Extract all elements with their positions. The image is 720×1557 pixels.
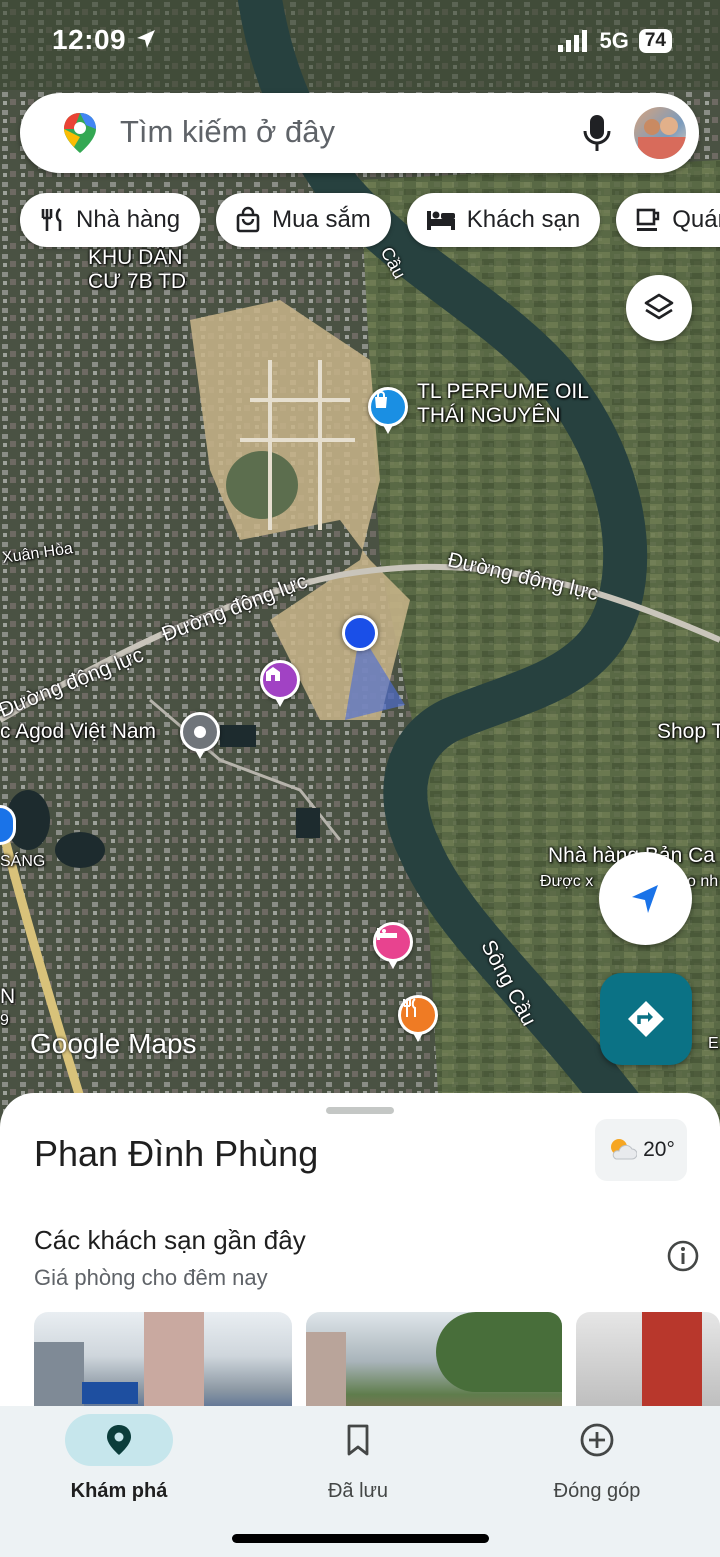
nav-label: Khám phá bbox=[70, 1480, 168, 1502]
temperature: 20° bbox=[643, 1138, 675, 1161]
bookmark-icon bbox=[347, 1424, 369, 1456]
my-location-button[interactable] bbox=[599, 852, 692, 945]
battery-icon: 74 bbox=[638, 29, 672, 53]
map-label-area: KHU DÂN CƯ 7B TD bbox=[88, 246, 187, 294]
nav-pill bbox=[304, 1414, 412, 1466]
coffee-icon bbox=[636, 208, 660, 231]
sheet-drag-handle[interactable] bbox=[326, 1107, 394, 1114]
shopping-pin-icon[interactable] bbox=[368, 387, 408, 434]
chip-restaurants[interactable]: Nhà hàng bbox=[20, 193, 201, 247]
chip-shopping[interactable]: Mua sắm bbox=[216, 193, 391, 247]
category-chips: Nhà hàng Mua sắm Khách sạn Quán c bbox=[20, 193, 720, 247]
status-time: 12:09 bbox=[52, 24, 158, 56]
search-input[interactable]: Tìm kiếm ở đây bbox=[120, 114, 335, 150]
bottom-sheet[interactable]: Phan Đình Phùng 20° Các khách sạn gần đâ… bbox=[0, 1093, 720, 1423]
layers-button[interactable] bbox=[626, 275, 692, 341]
nav-label: Đóng góp bbox=[553, 1480, 641, 1502]
map-label-edge: E bbox=[708, 1035, 719, 1052]
directions-button[interactable] bbox=[600, 973, 692, 1065]
home-indicator[interactable] bbox=[232, 1534, 489, 1543]
map-label-sang: SÁNG bbox=[0, 853, 46, 870]
landmark-pin-icon[interactable] bbox=[260, 660, 300, 707]
google-maps-pin-logo-icon bbox=[64, 113, 96, 153]
add-circle-icon bbox=[580, 1423, 614, 1457]
map-label-sub: Được x bbox=[540, 873, 594, 890]
microphone-icon[interactable] bbox=[580, 111, 614, 155]
map-label-agod[interactable]: c Agod Việt Nam bbox=[0, 720, 156, 744]
map-label-shop[interactable]: Shop T bbox=[657, 720, 720, 744]
weather-chip[interactable]: 20° bbox=[595, 1119, 687, 1181]
map-label-perfume-shop[interactable]: TL PERFUME OIL THÁI NGUYÊN bbox=[417, 380, 589, 428]
chip-cafe[interactable]: Quán c bbox=[616, 193, 720, 247]
partly-cloudy-icon bbox=[611, 1139, 638, 1160]
signal-icon bbox=[557, 30, 587, 52]
nav-saved[interactable]: Đã lưu bbox=[258, 1414, 458, 1503]
fork-knife-icon bbox=[41, 207, 62, 231]
status-indicators: 5G 74 bbox=[557, 28, 672, 54]
nav-pill bbox=[543, 1414, 651, 1466]
nav-label: Đã lưu bbox=[327, 1480, 389, 1502]
section-subtitle: Giá phòng cho đêm nay bbox=[34, 1265, 268, 1290]
location-pin-icon bbox=[107, 1425, 131, 1455]
network-type: 5G bbox=[599, 28, 629, 53]
chip-label: Nhà hàng bbox=[76, 206, 181, 233]
info-icon[interactable] bbox=[666, 1239, 700, 1273]
layers-icon bbox=[644, 293, 674, 320]
place-title: Phan Đình Phùng bbox=[34, 1133, 319, 1174]
status-bar: 12:09 5G 74 bbox=[0, 0, 720, 80]
google-maps-logo: Google Maps bbox=[30, 1028, 197, 1059]
map-label-sub-end: o nh bbox=[687, 873, 719, 890]
location-arrow-icon bbox=[137, 30, 156, 48]
bed-icon bbox=[426, 211, 455, 230]
avatar[interactable] bbox=[634, 107, 686, 159]
chip-label: Mua sắm bbox=[272, 206, 371, 233]
section-title: Các khách sạn gần đây bbox=[34, 1225, 306, 1255]
nav-explore[interactable]: Khám phá bbox=[19, 1414, 219, 1503]
chip-label: Khách sạn bbox=[466, 206, 581, 233]
shopping-bag-icon bbox=[236, 206, 260, 233]
nav-active-pill bbox=[65, 1414, 173, 1466]
restaurant-pin-icon[interactable] bbox=[398, 995, 438, 1042]
map-label-edge: 9 bbox=[0, 1012, 9, 1029]
nav-contribute[interactable]: Đóng góp bbox=[497, 1414, 697, 1503]
directions-icon bbox=[628, 1001, 664, 1037]
current-location-dot bbox=[342, 615, 378, 651]
navigation-arrow-icon bbox=[631, 884, 658, 913]
chip-label: Quán c bbox=[672, 206, 720, 233]
hotel-pin-icon[interactable] bbox=[373, 922, 413, 969]
place-pin-icon[interactable] bbox=[180, 712, 220, 759]
map-label-edge: N bbox=[0, 985, 16, 1008]
maps-screen: KHU DÂN CƯ 7B TD TL PERFUME OIL THÁI NGUYÊ… bbox=[0, 0, 720, 1557]
chip-hotels[interactable]: Khách sạn bbox=[406, 193, 601, 247]
search-bar[interactable]: Tìm kiếm ở đây bbox=[20, 93, 699, 173]
